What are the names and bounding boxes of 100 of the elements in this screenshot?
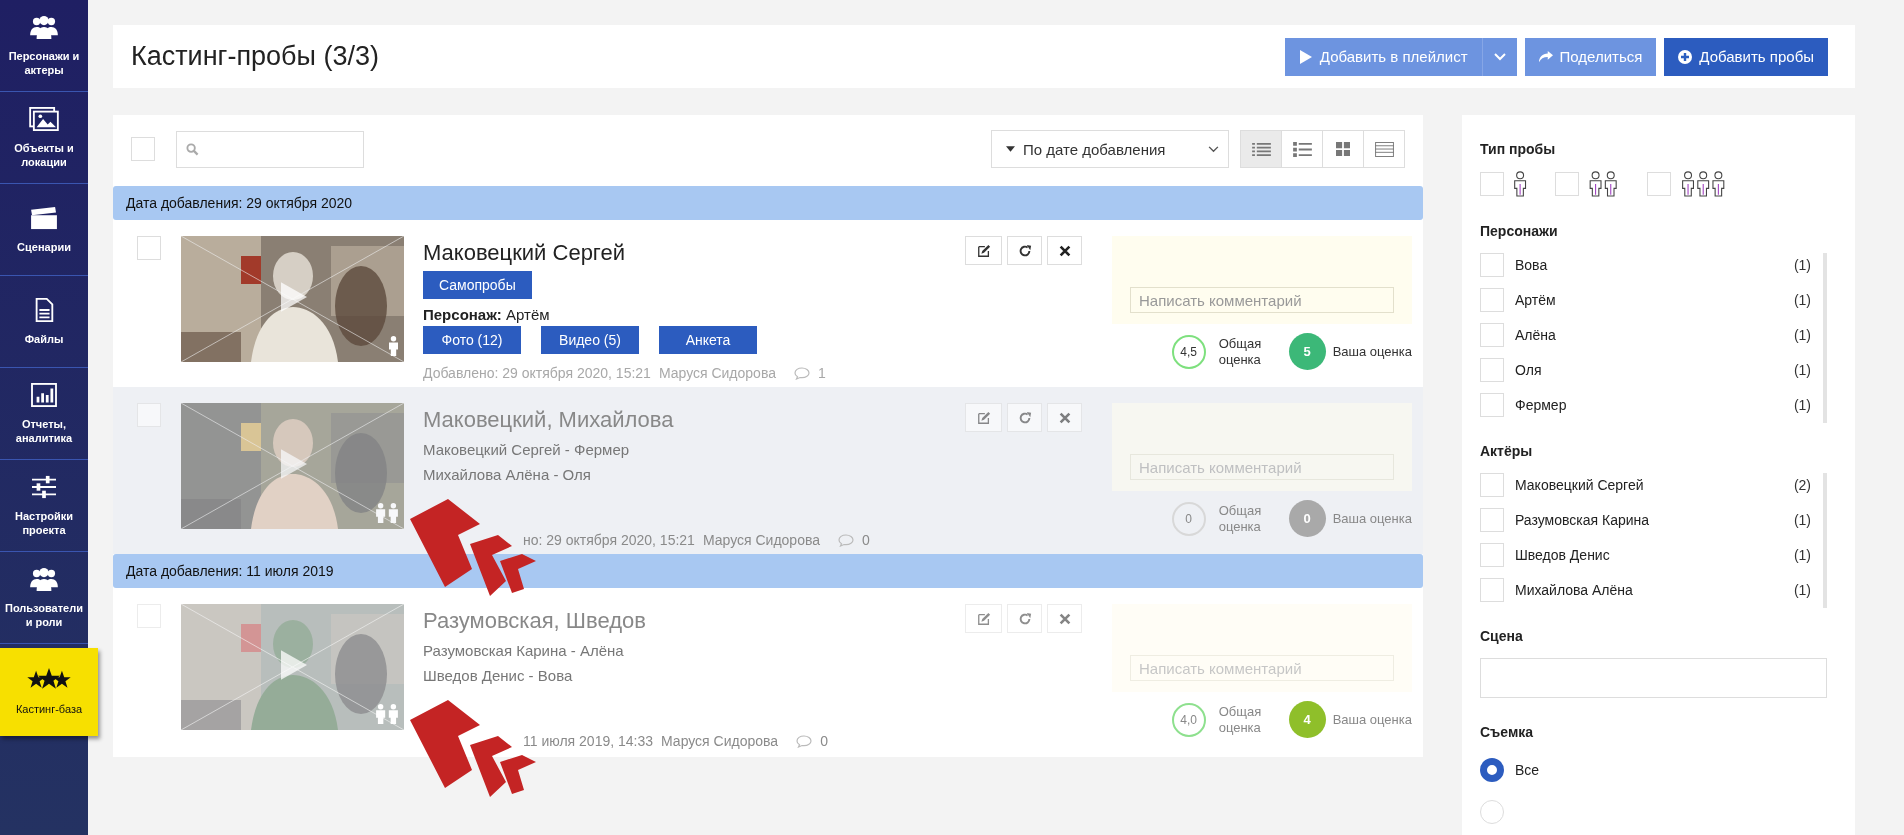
sidebar-item[interactable]: Персонажи и актеры bbox=[0, 0, 88, 92]
character-text: Персонаж: Артём bbox=[423, 306, 550, 323]
filter-option-label: Михайлова Алёна bbox=[1515, 582, 1634, 598]
filter-option-label: Артём bbox=[1515, 292, 1557, 308]
close-button[interactable] bbox=[1047, 236, 1082, 265]
filter-option-label: Вова bbox=[1515, 257, 1549, 273]
author-name: Маруся Сидорова bbox=[661, 733, 779, 749]
sidebar-item[interactable]: Файлы bbox=[0, 276, 88, 368]
bulleted-list-icon bbox=[1292, 141, 1312, 157]
filter-checkbox[interactable] bbox=[1480, 508, 1504, 532]
self-take-tag[interactable]: Самопробы bbox=[423, 271, 532, 299]
image-icon bbox=[29, 106, 59, 131]
comment-input[interactable]: Написать комментарий bbox=[1130, 655, 1394, 681]
play-icon bbox=[281, 282, 307, 312]
add-takes-button[interactable]: Добавить пробы bbox=[1664, 37, 1828, 76]
take-type-checkbox[interactable] bbox=[1555, 172, 1580, 196]
filter-checkbox[interactable] bbox=[1480, 358, 1504, 382]
take-title: Маковецкий Сергей bbox=[423, 240, 625, 266]
comment-count: 0 bbox=[820, 733, 828, 749]
search-icon bbox=[186, 142, 199, 156]
added-date: 11 июля 2019, 14:33 bbox=[523, 733, 654, 749]
people-icon bbox=[29, 566, 59, 591]
sort-dropdown[interactable]: По дате добавления bbox=[991, 130, 1229, 168]
edit-icon bbox=[976, 243, 991, 258]
radio-label: Все bbox=[1515, 762, 1541, 778]
refresh-icon bbox=[1017, 410, 1032, 425]
view-toggle[interactable] bbox=[1363, 130, 1405, 168]
option-count: (1) bbox=[1793, 397, 1811, 413]
filter-title: Актёры bbox=[1480, 443, 1534, 459]
sidebar-item[interactable]: Отчеты, аналитика bbox=[0, 368, 88, 460]
close-icon bbox=[1057, 243, 1072, 258]
view-toggle[interactable] bbox=[1240, 130, 1282, 168]
filter-option-label: Оля bbox=[1515, 362, 1543, 378]
comment-input[interactable]: Написать комментарий bbox=[1130, 454, 1394, 480]
select-all-checkbox[interactable] bbox=[131, 137, 155, 161]
role-text: Маковецкий Сергей - Фермер bbox=[423, 441, 630, 458]
row-checkbox[interactable] bbox=[137, 236, 161, 260]
sidebar-item[interactable]: Настройки проекта bbox=[0, 460, 88, 552]
filter-title: Персонажи bbox=[1480, 223, 1559, 239]
filter-checkbox[interactable] bbox=[1480, 473, 1504, 497]
view-toggle[interactable] bbox=[1322, 130, 1364, 168]
comment-input[interactable]: Написать комментарий bbox=[1130, 287, 1394, 313]
option-count: (1) bbox=[1793, 547, 1811, 563]
filter-checkbox[interactable] bbox=[1480, 253, 1504, 277]
edit-icon bbox=[976, 410, 991, 425]
filter-title: Съемка bbox=[1480, 724, 1535, 740]
role-text: Шведов Денис - Вова bbox=[423, 667, 573, 684]
edit-icon bbox=[976, 611, 991, 626]
media-button[interactable]: Фото (12) bbox=[423, 326, 521, 354]
group-header: Дата добавления: 29 октября 2020 bbox=[113, 186, 1423, 220]
caret-icon bbox=[1006, 146, 1015, 152]
share-icon bbox=[1538, 49, 1553, 64]
your-rating-label: Ваша оценка bbox=[1332, 511, 1412, 526]
sidebar-item[interactable]: Сценарии bbox=[0, 184, 88, 276]
filter-title: Тип пробы bbox=[1480, 141, 1557, 157]
filter-option-label: Фермер bbox=[1515, 397, 1568, 413]
take-title: Маковецкий, Михайлова bbox=[423, 407, 674, 433]
media-button[interactable]: Анкета bbox=[659, 326, 757, 354]
filter-checkbox[interactable] bbox=[1480, 288, 1504, 312]
sidebar-item[interactable]: Объекты и локации bbox=[0, 92, 88, 184]
option-count: (1) bbox=[1793, 512, 1811, 528]
close-icon bbox=[1057, 611, 1072, 626]
option-count: (1) bbox=[1793, 257, 1811, 273]
filter-option-label: Шведов Денис bbox=[1515, 547, 1611, 563]
refresh-button[interactable] bbox=[1007, 236, 1042, 265]
filter-checkbox[interactable] bbox=[1480, 578, 1504, 602]
view-toggle[interactable] bbox=[1281, 130, 1323, 168]
search-field[interactable] bbox=[176, 130, 364, 168]
people-icon bbox=[376, 503, 398, 523]
take-type-checkbox[interactable] bbox=[1480, 172, 1504, 196]
your-rating-label: Ваша оценка bbox=[1332, 344, 1412, 359]
people-icon bbox=[376, 704, 398, 724]
person-icon bbox=[389, 336, 398, 356]
total-rating-label: Общая оценка bbox=[1218, 335, 1263, 368]
chevron-down-icon bbox=[1208, 145, 1219, 153]
comment-icon bbox=[838, 533, 854, 547]
comment-count: 0 bbox=[862, 532, 870, 548]
filter-checkbox[interactable] bbox=[1480, 323, 1504, 347]
filter-title: Сцена bbox=[1480, 628, 1524, 644]
grid-icon bbox=[1336, 142, 1350, 156]
media-button[interactable]: Видео (5) bbox=[541, 326, 639, 354]
plus-circle-icon bbox=[1678, 49, 1693, 64]
total-rating: 4,0 bbox=[1171, 702, 1206, 737]
shooting-radio[interactable] bbox=[1480, 758, 1504, 782]
filter-checkbox[interactable] bbox=[1480, 543, 1504, 567]
option-count: (1) bbox=[1793, 327, 1811, 343]
filter-option-label: Маковецкий Сергей bbox=[1515, 477, 1645, 493]
total-rating-label: Общая оценка bbox=[1218, 703, 1263, 736]
author-name: Маруся Сидорова bbox=[702, 532, 820, 548]
filter-checkbox[interactable] bbox=[1480, 393, 1504, 417]
comment-icon bbox=[796, 734, 813, 748]
sidebar-item[interactable]: Кастинг-база bbox=[0, 648, 98, 736]
table-icon bbox=[1374, 141, 1394, 157]
scene-input[interactable] bbox=[1480, 658, 1827, 698]
sidebar-item[interactable]: Пользователи и роли bbox=[0, 552, 88, 644]
edit-button[interactable] bbox=[965, 236, 1002, 265]
clapperboard-icon bbox=[29, 205, 59, 230]
take-type-checkbox[interactable] bbox=[1646, 172, 1671, 196]
dropdown-button[interactable] bbox=[1481, 37, 1517, 76]
close-icon bbox=[1057, 410, 1072, 425]
